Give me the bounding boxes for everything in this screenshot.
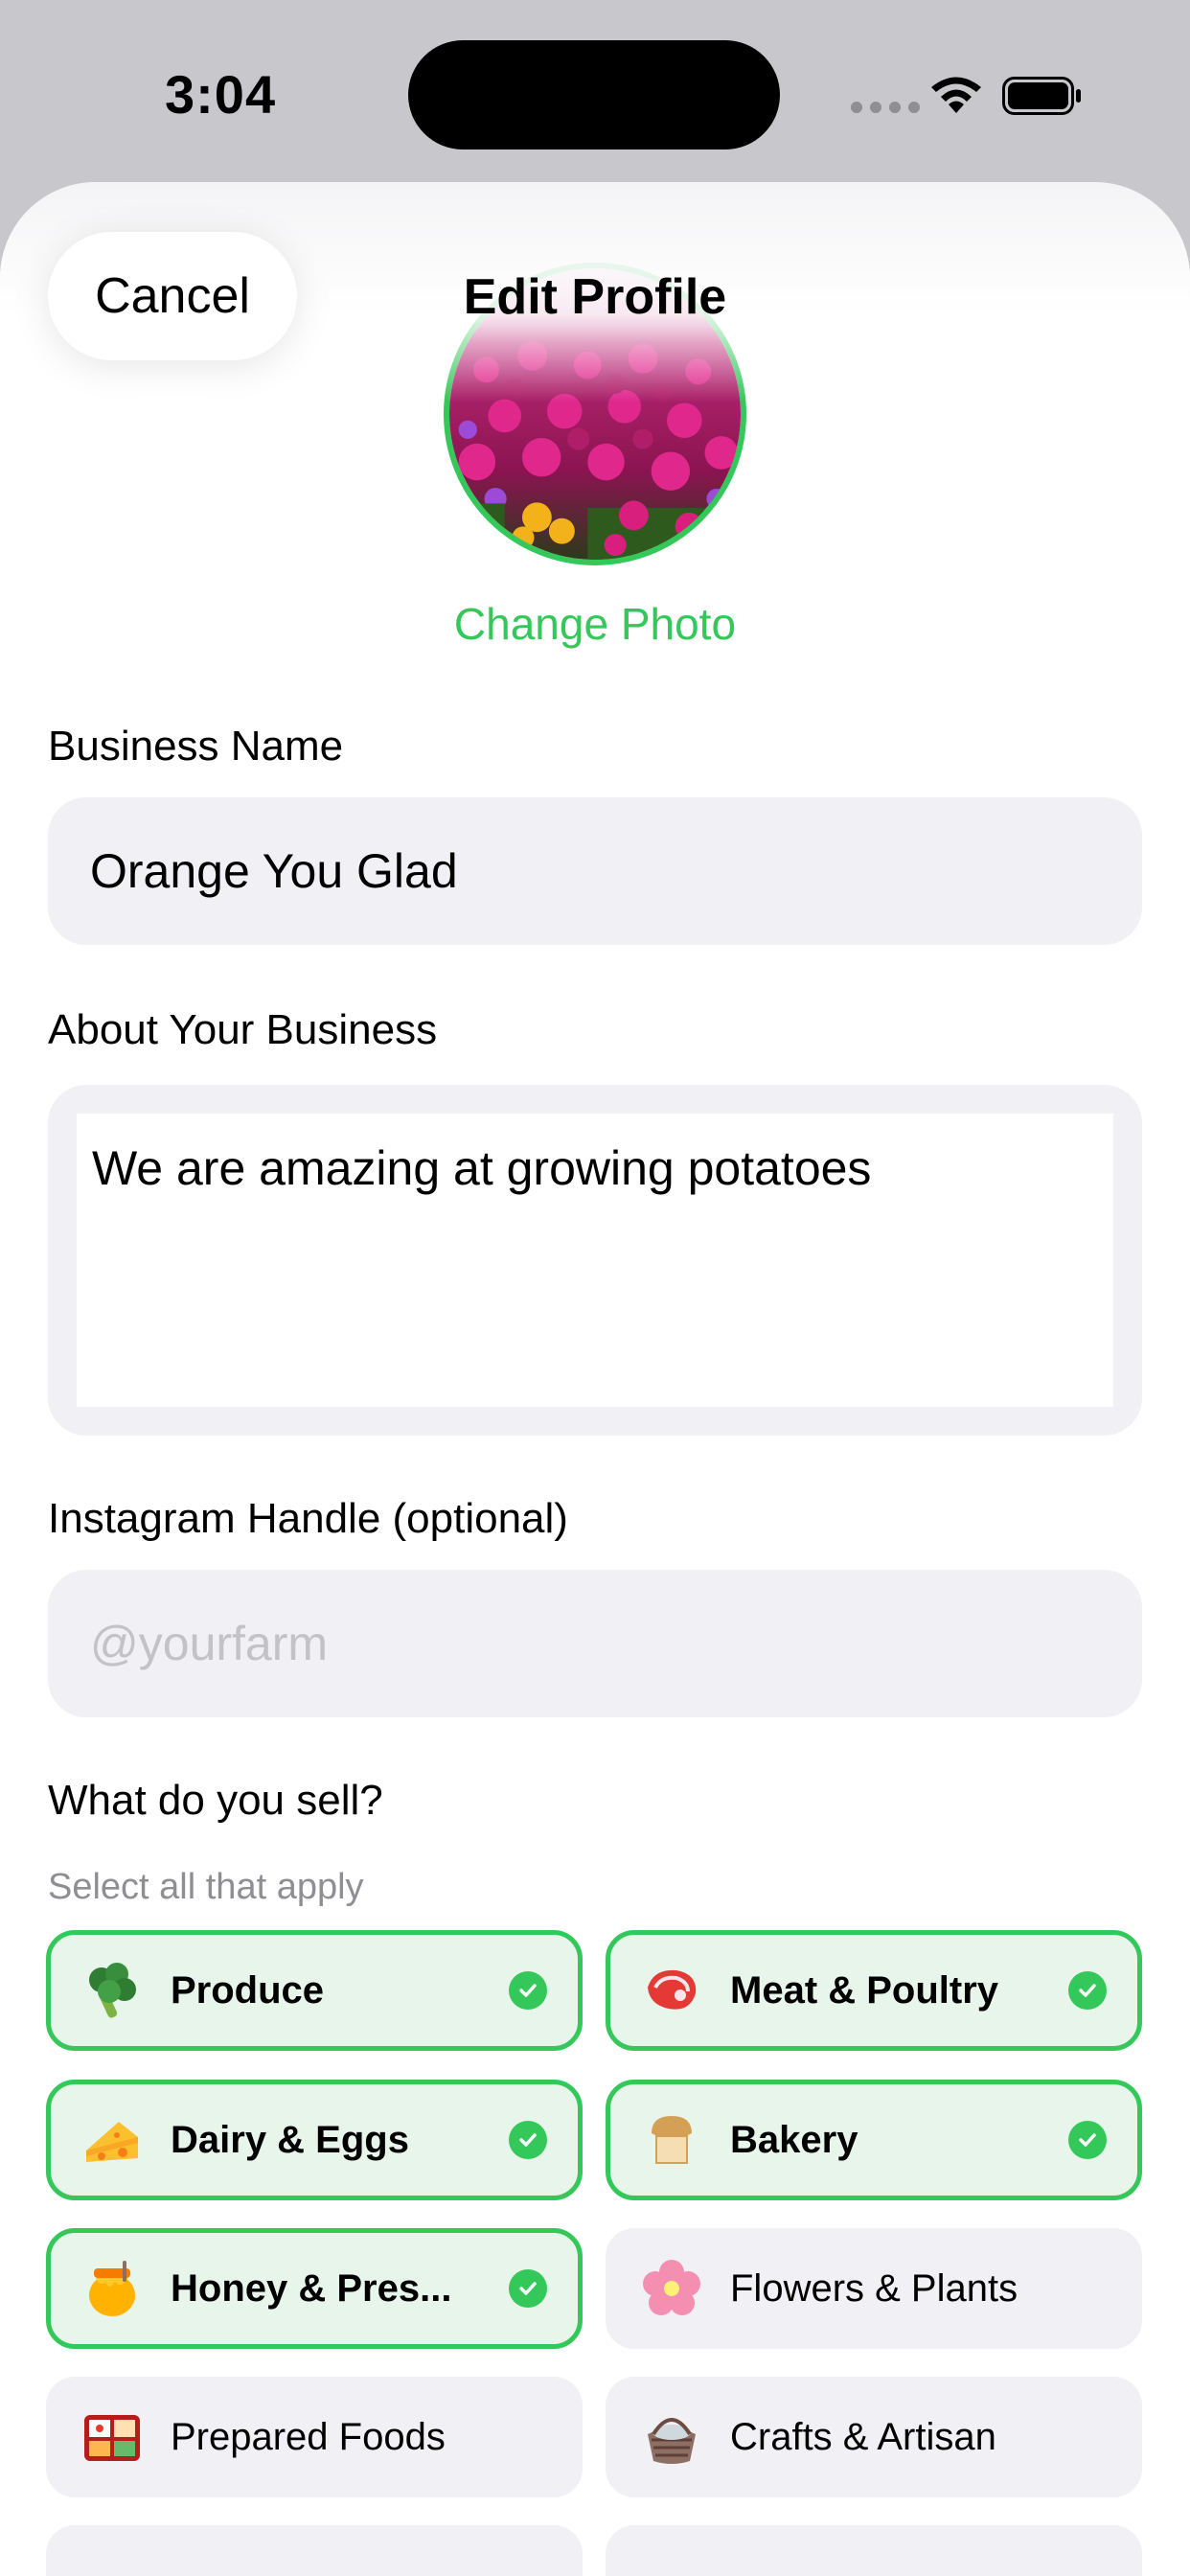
- category-label: Flowers & Plants: [730, 2266, 1018, 2310]
- honey-pot-icon: [79, 2255, 146, 2322]
- business-name-field[interactable]: [48, 797, 1142, 945]
- about-textarea[interactable]: We are amazing at growing potatoes: [77, 1114, 1113, 1407]
- category-label: Dairy & Eggs: [171, 2118, 409, 2161]
- wifi-icon: [931, 77, 981, 113]
- category-crafts-artisan[interactable]: Crafts & Artisan: [606, 2377, 1142, 2497]
- meat-icon: [638, 1957, 705, 2024]
- checkmark-icon: [1068, 2121, 1107, 2159]
- flower-icon: [638, 2255, 705, 2322]
- category-partial-right[interactable]: [606, 2525, 1142, 2576]
- status-bar: 3:04: [0, 0, 1190, 182]
- category-label: Prepared Foods: [171, 2415, 446, 2458]
- about-field-container: We are amazing at growing potatoes: [48, 1085, 1142, 1436]
- checkmark-icon: [509, 1971, 547, 2010]
- category-partial-left[interactable]: [46, 2525, 583, 2576]
- business-name-label: Business Name: [48, 723, 344, 770]
- category-honey-preserves[interactable]: Honey & Pres...: [46, 2228, 583, 2349]
- category-label: Produce: [171, 1968, 325, 2012]
- sell-label: What do you sell?: [48, 1777, 383, 1824]
- cheese-icon: [79, 2106, 146, 2174]
- checkmark-icon: [1068, 1971, 1107, 2010]
- category-label: Crafts & Artisan: [730, 2415, 996, 2458]
- checkmark-icon: [509, 2121, 547, 2159]
- bread-icon: [638, 2106, 705, 2174]
- category-dairy-eggs[interactable]: Dairy & Eggs: [46, 2080, 583, 2200]
- page-title: Edit Profile: [463, 269, 727, 325]
- basket-icon: [638, 2404, 705, 2471]
- instagram-label: Instagram Handle (optional): [48, 1495, 568, 1542]
- checkmark-icon: [509, 2269, 547, 2308]
- sell-hint: Select all that apply: [48, 1867, 364, 1907]
- category-label: Bakery: [730, 2118, 858, 2161]
- category-flowers-plants[interactable]: Flowers & Plants: [606, 2228, 1142, 2349]
- status-time: 3:04: [165, 64, 277, 125]
- broccoli-icon: [79, 1957, 146, 2024]
- category-label: Honey & Pres...: [171, 2266, 452, 2310]
- edit-profile-sheet: Cancel Edit Profile Change Photo Busines…: [0, 182, 1190, 2576]
- change-photo-button[interactable]: Change Photo: [0, 598, 1190, 650]
- instagram-field[interactable]: [48, 1570, 1142, 1717]
- category-produce[interactable]: Produce: [46, 1930, 583, 2051]
- category-label: Meat & Poultry: [730, 1968, 999, 2012]
- category-bakery[interactable]: Bakery: [606, 2080, 1142, 2200]
- bento-box-icon: [79, 2404, 146, 2471]
- category-prepared-foods[interactable]: Prepared Foods: [46, 2377, 583, 2497]
- dynamic-island: [408, 40, 780, 150]
- cellular-signal-icon: [851, 102, 920, 113]
- category-meat-poultry[interactable]: Meat & Poultry: [606, 1930, 1142, 2051]
- battery-icon: [1002, 77, 1081, 115]
- about-label: About Your Business: [48, 1006, 438, 1053]
